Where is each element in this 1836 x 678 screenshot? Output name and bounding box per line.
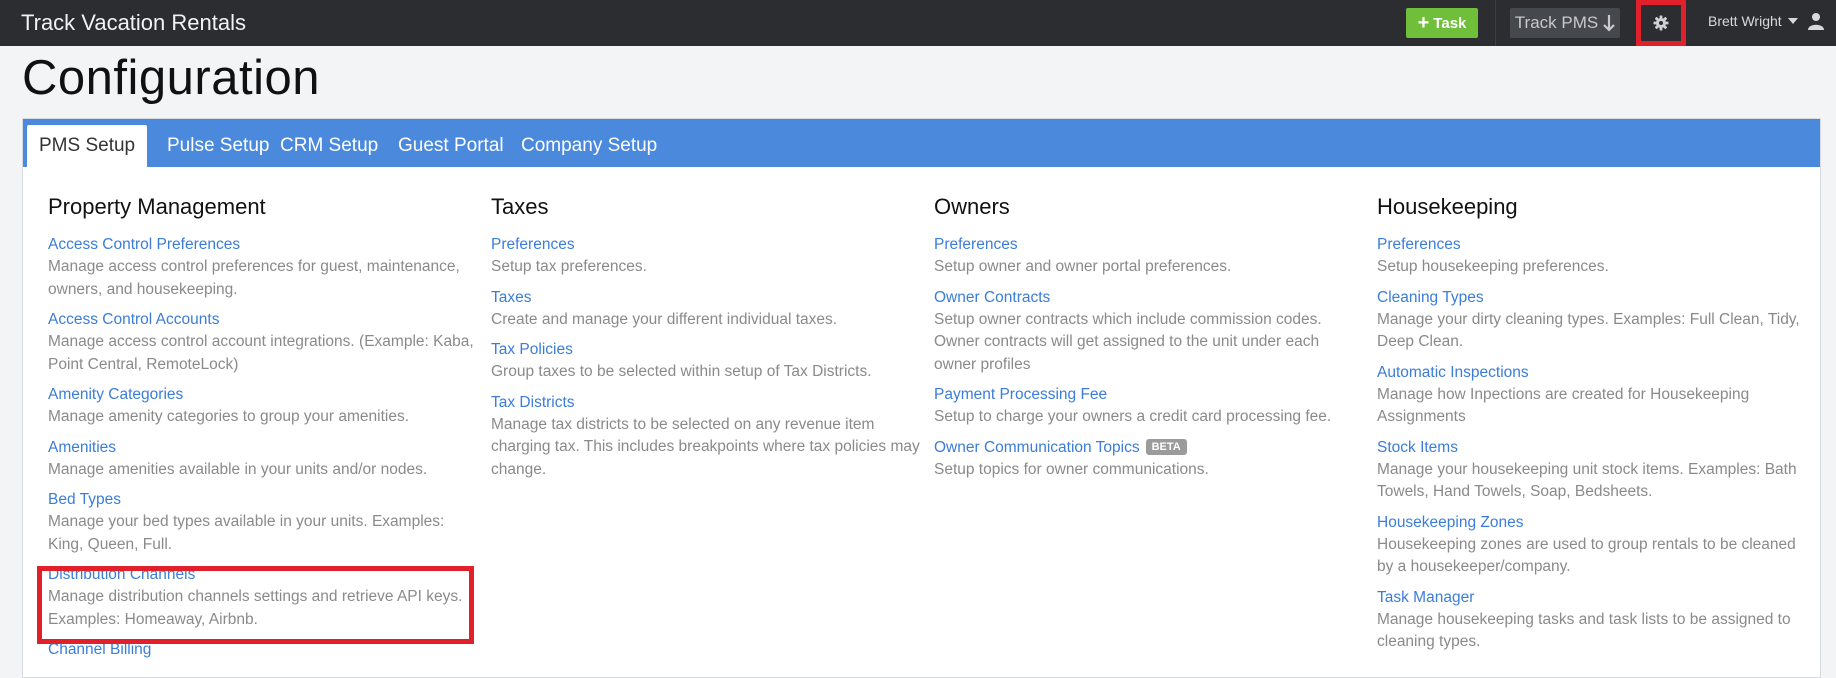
item-description: Create and manage your different individ…	[491, 310, 838, 328]
item-description: Setup owner and owner portal preferences…	[934, 258, 1232, 275]
arrow-down-icon	[1603, 15, 1615, 32]
brand-title[interactable]: Track Vacation Rentals	[21, 10, 246, 36]
list-item: Amenities Manage amenities available in y…	[48, 437, 478, 482]
add-task-button[interactable]: + Task	[1406, 8, 1478, 38]
tab-pulse-setup[interactable]: Pulse Setup	[155, 125, 281, 167]
user-name: Brett Wright	[1708, 13, 1782, 29]
list-item: Automatic Inspections Manage how Inpectio…	[1377, 362, 1807, 429]
bed-types-link[interactable]: Bed Types	[48, 489, 121, 511]
item-description: Setup housekeeping preferences.	[1377, 258, 1609, 275]
list-item: Task Manager Manage housekeeping tasks an…	[1377, 587, 1807, 654]
housekeeping-column: Housekeeping Preferences Setup housekeepi…	[1377, 194, 1807, 662]
gear-icon	[1653, 15, 1669, 31]
list-item: Taxes Create and manage your different in…	[491, 287, 921, 332]
list-item: Access Control Accounts Manage access con…	[48, 309, 478, 376]
list-item: Stock Items Manage your housekeeping unit…	[1377, 437, 1807, 504]
list-item: Payment Processing Fee Setup to charge yo…	[934, 384, 1364, 429]
owner-contracts-link[interactable]: Owner Contracts	[934, 287, 1050, 309]
list-item: Cleaning Types Manage your dirty cleaning…	[1377, 287, 1807, 354]
distribution-channels-link[interactable]: Distribution Channels	[48, 564, 195, 586]
item-description: Housekeeping zones are used to group ren…	[1377, 535, 1796, 576]
list-item: Owner Communication Topics BETA Setup topi…	[934, 437, 1364, 482]
item-description: Manage access control preferences for gu…	[48, 258, 460, 298]
taxes-link[interactable]: Taxes	[491, 287, 532, 309]
automatic-inspections-link[interactable]: Automatic Inspections	[1377, 362, 1529, 384]
tab-guest-portal[interactable]: Guest Portal	[386, 125, 516, 167]
chevron-down-icon	[1787, 18, 1798, 24]
property-management-heading: Property Management	[48, 194, 266, 219]
navbar-divider	[1495, 0, 1496, 46]
amenity-categories-link[interactable]: Amenity Categories	[48, 384, 183, 406]
owner-communication-topics-link[interactable]: Owner Communication Topics	[934, 437, 1140, 459]
property-management-column: Property Management Access Control Prefe…	[48, 194, 478, 669]
item-description: Manage tax districts to be selected on a…	[491, 415, 920, 478]
task-label: Task	[1433, 14, 1467, 32]
access-control-preferences-link[interactable]: Access Control Preferences	[48, 234, 240, 256]
cleaning-types-link[interactable]: Cleaning Types	[1377, 287, 1484, 309]
item-description: Setup tax preferences.	[491, 258, 647, 275]
item-description: Setup owner contracts which include comm…	[934, 310, 1322, 373]
list-item: Distribution Channels Manage distribution…	[48, 564, 478, 631]
list-item: Access Control Preferences Manage access …	[48, 234, 478, 301]
item-description: Manage amenities available in your units…	[48, 460, 428, 478]
item-description: Manage how Inpections are created for Ho…	[1377, 385, 1750, 426]
list-item: Tax Districts Manage tax districts to be …	[491, 392, 921, 482]
taxes-column: Taxes Preferences Setup tax preferences. …	[491, 194, 921, 489]
item-description: Manage amenity categories to group your …	[48, 408, 410, 425]
taxes-heading: Taxes	[491, 194, 549, 219]
settings-button[interactable]	[1636, 0, 1686, 46]
housekeeping-zones-link[interactable]: Housekeeping Zones	[1377, 512, 1524, 534]
housekeeping-preferences-link[interactable]: Preferences	[1377, 234, 1461, 256]
tax-policies-link[interactable]: Tax Policies	[491, 339, 573, 361]
list-item: Bed Types Manage your bed types available…	[48, 489, 478, 556]
tab-company-setup[interactable]: Company Setup	[509, 125, 669, 167]
tab-pms-setup[interactable]: PMS Setup	[27, 125, 148, 167]
item-description: Manage your bed types available in your …	[48, 513, 445, 553]
plus-icon: +	[1417, 12, 1430, 34]
channel-billing-link[interactable]: Channel Billing	[48, 639, 151, 661]
track-pms-label: Track PMS	[1514, 13, 1599, 32]
item-description: Setup topics for owner communications.	[934, 460, 1209, 478]
list-item: Preferences Setup tax preferences.	[491, 234, 921, 279]
list-item: Tax Policies Group taxes to be selected w…	[491, 339, 921, 384]
list-item: Channel Billing	[48, 639, 478, 661]
tax-preferences-link[interactable]: Preferences	[491, 234, 575, 256]
task-manager-link[interactable]: Task Manager	[1377, 587, 1474, 609]
track-pms-button[interactable]: Track PMS	[1510, 8, 1620, 38]
list-item: Owner Contracts Setup owner contracts whi…	[934, 287, 1364, 377]
access-control-accounts-link[interactable]: Access Control Accounts	[48, 309, 219, 331]
item-description: Manage distribution channels settings an…	[48, 588, 463, 628]
amenities-link[interactable]: Amenities	[48, 437, 116, 459]
item-description: Manage housekeeping tasks and task lists…	[1377, 610, 1791, 651]
list-item: Amenity Categories Manage amenity categor…	[48, 384, 478, 429]
housekeeping-heading: Housekeeping	[1377, 194, 1518, 219]
user-menu[interactable]: Brett Wright	[1708, 12, 1824, 30]
owners-heading: Owners	[934, 194, 1010, 219]
config-panel: PMS Setup Pulse Setup CRM Setup Guest Po…	[22, 118, 1821, 678]
item-description: Group taxes to be selected within setup …	[491, 363, 872, 380]
owner-preferences-link[interactable]: Preferences	[934, 234, 1018, 256]
tax-districts-link[interactable]: Tax Districts	[491, 392, 575, 414]
page-title: Configuration	[22, 51, 320, 105]
list-item: Preferences Setup housekeeping preference…	[1377, 234, 1807, 279]
item-description: Setup to charge your owners a credit car…	[934, 408, 1332, 425]
list-item: Housekeeping Zones Housekeeping zones are…	[1377, 512, 1807, 579]
list-item: Preferences Setup owner and owner portal …	[934, 234, 1364, 279]
owners-column: Owners Preferences Setup owner and owner …	[934, 194, 1364, 489]
stock-items-link[interactable]: Stock Items	[1377, 437, 1458, 459]
payment-processing-fee-link[interactable]: Payment Processing Fee	[934, 384, 1107, 406]
item-description: Manage your dirty cleaning types. Exampl…	[1377, 310, 1800, 351]
tab-crm-setup[interactable]: CRM Setup	[268, 125, 390, 167]
top-navbar: Track Vacation Rentals + Task Track PMS	[0, 0, 1836, 46]
user-icon	[1807, 13, 1824, 30]
item-description: Manage access control account integratio…	[48, 333, 474, 373]
item-description: Manage your housekeeping unit stock item…	[1377, 460, 1797, 501]
beta-badge: BETA	[1145, 438, 1187, 455]
tab-bar: PMS Setup Pulse Setup CRM Setup Guest Po…	[23, 119, 1820, 167]
